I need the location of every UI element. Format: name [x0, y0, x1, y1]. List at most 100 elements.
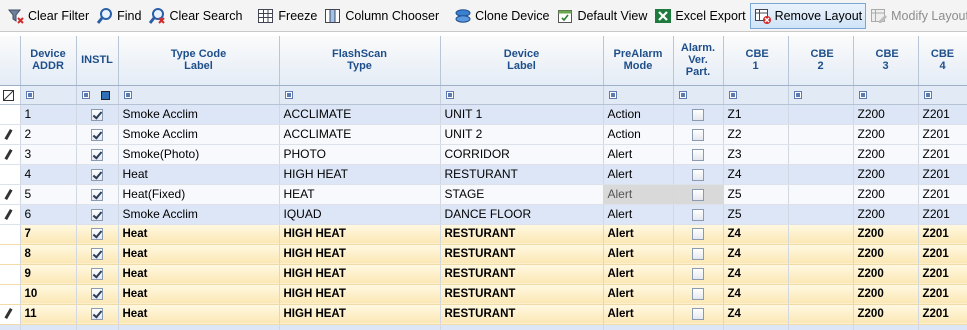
find-button[interactable]: Find: [93, 3, 144, 29]
cell-device-addr[interactable]: 8: [20, 244, 77, 265]
column-header-cbe-3[interactable]: CBE 3: [853, 36, 919, 86]
cell-alarm-ver[interactable]: [673, 204, 724, 225]
filter-instl[interactable]: [76, 85, 119, 105]
default-view-button[interactable]: Default View: [553, 3, 650, 29]
cell-prealarm[interactable]: Alert: [603, 244, 674, 265]
cell-device-label[interactable]: DANCE FLOOR: [440, 204, 604, 225]
cell-instl[interactable]: [76, 224, 119, 245]
cell-cbe3[interactable]: Z200: [853, 284, 919, 305]
cell-cbe3[interactable]: Z200: [853, 264, 919, 285]
cell-device-label[interactable]: UNIT 2: [440, 124, 604, 145]
instl-checkbox[interactable]: [91, 148, 103, 161]
cell-cbe4[interactable]: Z201: [918, 244, 967, 265]
cell-instl[interactable]: [76, 164, 119, 185]
row-selector[interactable]: [0, 264, 21, 285]
row-selector[interactable]: [0, 164, 21, 185]
cell-prealarm[interactable]: Alert: [603, 264, 674, 285]
table-row[interactable]: 7 Heat HIGH HEAT RESTURANT Alert Z4 Z200…: [0, 224, 967, 245]
column-header-flashscan-type[interactable]: FlashScan Type: [279, 36, 441, 86]
cell-cbe1[interactable]: Z3: [723, 144, 789, 165]
cell-device-addr[interactable]: 5: [20, 184, 77, 205]
freeze-button[interactable]: Freeze: [254, 3, 320, 29]
cell-cbe2[interactable]: [788, 144, 854, 165]
cell-cbe3[interactable]: Z200: [853, 124, 919, 145]
cell-device-addr[interactable]: 11: [20, 304, 77, 325]
cell-device-label[interactable]: RESTURANT: [440, 164, 604, 185]
cell-cbe2[interactable]: [788, 264, 854, 285]
alarm-ver-checkbox[interactable]: [692, 148, 704, 161]
cell-cbe1[interactable]: Z5: [723, 204, 789, 225]
table-row[interactable]: 10 Heat HIGH HEAT RESTURANT Alert Z4 Z20…: [0, 284, 967, 305]
cell-cbe4[interactable]: Z201: [918, 184, 967, 205]
clear-filter-button[interactable]: Clear Filter: [4, 3, 92, 29]
cell-cbe1[interactable]: Z4: [723, 304, 789, 325]
cell-type-code[interactable]: Smoke Acclim: [118, 204, 280, 225]
cell-cbe4[interactable]: Z201: [918, 104, 967, 125]
cell-cbe2[interactable]: [788, 104, 854, 125]
cell-alarm-ver[interactable]: [673, 164, 724, 185]
cell-type-code[interactable]: Heat: [118, 224, 280, 245]
alarm-ver-checkbox[interactable]: [692, 287, 704, 300]
cell-cbe2[interactable]: [788, 284, 854, 305]
cell-alarm-ver[interactable]: [673, 304, 724, 325]
filter-device-addr[interactable]: [20, 85, 77, 105]
cell-cbe3[interactable]: Z200: [853, 304, 919, 325]
column-header-alarm-ver-part[interactable]: Alarm. Ver. Part.: [673, 36, 724, 86]
cell-cbe4[interactable]: Z201: [918, 224, 967, 245]
cell-instl[interactable]: [76, 124, 119, 145]
cell-type-code[interactable]: Smoke Acclim: [118, 124, 280, 145]
cell-device-label[interactable]: RESTURANT: [440, 244, 604, 265]
instl-checkbox[interactable]: [91, 128, 103, 141]
cell-prealarm[interactable]: Alert: [603, 284, 674, 305]
row-selector[interactable]: [0, 204, 21, 225]
cell-type-code[interactable]: Heat(Fixed): [118, 184, 280, 205]
cell-cbe1[interactable]: Z4: [723, 224, 789, 245]
column-header-cbe-4[interactable]: CBE 4: [918, 36, 967, 86]
table-row[interactable]: 8 Heat HIGH HEAT RESTURANT Alert Z4 Z200…: [0, 244, 967, 265]
cell-cbe3[interactable]: Z200: [853, 144, 919, 165]
cell-cbe1[interactable]: Z4: [723, 264, 789, 285]
clear-search-button[interactable]: Clear Search: [145, 3, 245, 29]
cell-flashscan[interactable]: HEAT: [279, 184, 441, 205]
alarm-ver-checkbox[interactable]: [692, 307, 704, 320]
filter-cbe4[interactable]: [918, 85, 967, 105]
cell-flashscan[interactable]: HIGH HEAT: [279, 304, 441, 325]
filter-cbe1[interactable]: [723, 85, 789, 105]
cell-flashscan[interactable]: HIGH HEAT: [279, 164, 441, 185]
cell-instl[interactable]: [76, 264, 119, 285]
cell-instl[interactable]: [76, 304, 119, 325]
cell-cbe1[interactable]: Z4: [723, 244, 789, 265]
column-header-instl[interactable]: INSTL: [76, 36, 119, 86]
cell-cbe3[interactable]: Z200: [853, 184, 919, 205]
cell-instl[interactable]: [76, 204, 119, 225]
remove-layout-button[interactable]: Remove Layout: [749, 2, 867, 29]
alarm-ver-checkbox[interactable]: [692, 247, 704, 260]
row-selector[interactable]: [0, 224, 21, 245]
cell-device-label[interactable]: CORRIDOR: [440, 144, 604, 165]
column-header-prealarm-mode[interactable]: PreAlarm Mode: [603, 36, 674, 86]
column-header-device-addr[interactable]: Device ADDR: [20, 36, 77, 86]
cell-device-label[interactable]: RESTURANT: [440, 264, 604, 285]
cell-device-label[interactable]: RESTURANT: [440, 284, 604, 305]
cell-alarm-ver[interactable]: [673, 144, 724, 165]
cell-device-addr[interactable]: 2: [20, 124, 77, 145]
alarm-ver-checkbox[interactable]: [692, 267, 704, 280]
cell-cbe4[interactable]: Z201: [918, 204, 967, 225]
cell-prealarm[interactable]: Alert: [603, 164, 674, 185]
cell-cbe2[interactable]: [788, 124, 854, 145]
filter-alarm-ver[interactable]: [673, 85, 724, 105]
cell-cbe2[interactable]: [788, 224, 854, 245]
instl-checkbox[interactable]: [91, 168, 103, 181]
cell-device-label[interactable]: RESTURANT: [440, 224, 604, 245]
row-selector[interactable]: [0, 144, 21, 165]
column-header-cbe-2[interactable]: CBE 2: [788, 36, 854, 86]
cell-cbe2[interactable]: [788, 184, 854, 205]
cell-device-label[interactable]: RESTURANT: [440, 304, 604, 325]
cell-flashscan[interactable]: HIGH HEAT: [279, 284, 441, 305]
cell-flashscan[interactable]: HIGH HEAT: [279, 244, 441, 265]
cell-device-addr[interactable]: 1: [20, 104, 77, 125]
row-selector[interactable]: [0, 124, 21, 145]
instl-checkbox[interactable]: [91, 188, 103, 201]
cell-device-addr[interactable]: 7: [20, 224, 77, 245]
instl-checkbox[interactable]: [91, 208, 103, 221]
